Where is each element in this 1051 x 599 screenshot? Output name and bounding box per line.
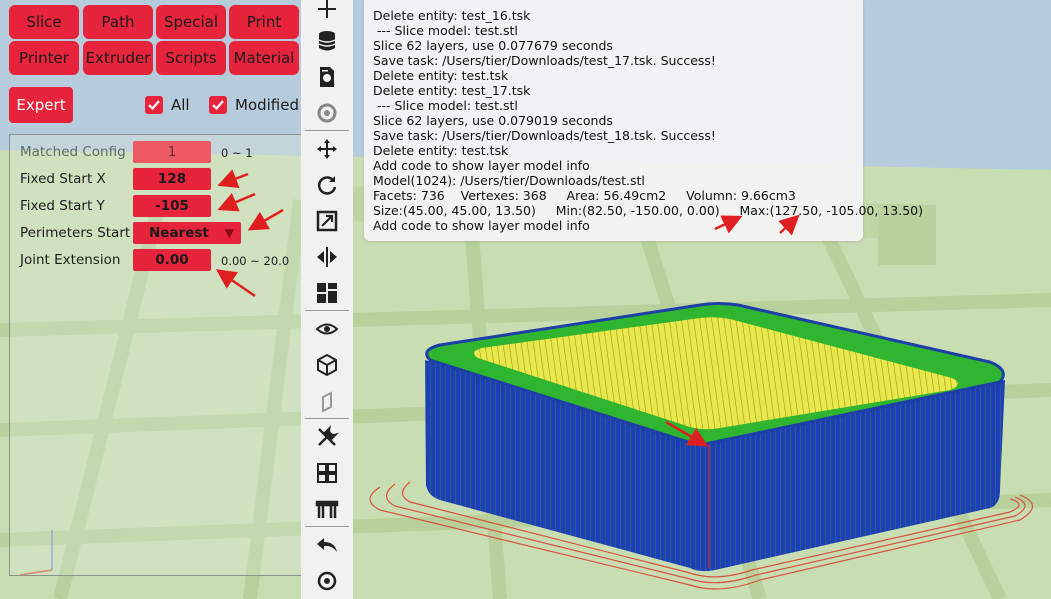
dropdown-caret-icon: ▼ <box>224 226 234 240</box>
perimeters-start-select[interactable]: Nearest ▼ <box>133 222 241 244</box>
undo-icon[interactable] <box>315 533 339 557</box>
joint-extension-field[interactable]: 0.00 <box>133 249 211 271</box>
log-line: Add code to show layer model info <box>373 218 590 233</box>
toolbar-separator <box>305 418 349 419</box>
all-label: All <box>171 96 190 114</box>
reset-view-icon[interactable] <box>315 569 339 593</box>
tools-icon[interactable] <box>315 425 339 449</box>
log-console: Delete entity: test_16.tsk --- Slice mod… <box>364 0 923 241</box>
visibility-icon[interactable] <box>315 317 339 341</box>
modified-label: Modified <box>235 96 300 114</box>
joint-extension-label: Joint Extension <box>20 252 121 268</box>
layout-icon[interactable] <box>315 281 339 305</box>
check-icon <box>148 100 160 111</box>
all-checkbox[interactable] <box>145 96 163 114</box>
log-line: Delete entity: test.tsk <box>373 68 509 83</box>
fixed-start-x-label: Fixed Start X <box>20 171 106 187</box>
modified-checkbox[interactable] <box>209 96 227 114</box>
tab-scripts[interactable]: Scripts <box>156 41 226 75</box>
fixed-start-x-field[interactable]: 128 <box>133 168 211 190</box>
log-line: Delete entity: test.tsk <box>373 143 509 158</box>
settings-panel: Slice Path Special Print Printer Extrude… <box>0 0 310 599</box>
filament-icon[interactable] <box>315 101 339 125</box>
vertical-toolbar <box>301 0 353 599</box>
log-line: Size:(45.00, 45.00, 13.50) Min:(82.50, -… <box>373 203 923 218</box>
log-line: Model(1024): /Users/tier/Downloads/test.… <box>373 173 645 188</box>
log-line: Slice 62 layers, use 0.079019 seconds <box>373 113 613 128</box>
perimeters-start-value: Nearest <box>149 225 209 241</box>
scale-icon[interactable] <box>315 209 339 233</box>
fixed-start-y-label: Fixed Start Y <box>20 198 105 214</box>
grid-icon[interactable] <box>315 461 339 485</box>
move-icon[interactable] <box>315 137 339 161</box>
toolbar-separator <box>305 526 349 527</box>
log-line: Add code to show layer model info <box>373 158 590 173</box>
tab-special[interactable]: Special <box>156 5 226 39</box>
matched-config-range: 0 ~ 1 <box>221 146 253 160</box>
joint-extension-range: 0.00 ~ 20.0 <box>221 254 290 268</box>
tab-path[interactable]: Path <box>83 5 153 39</box>
search-file-icon[interactable] <box>315 65 339 89</box>
bridge-icon[interactable] <box>315 497 339 521</box>
matched-config-field[interactable]: 1 <box>133 141 211 163</box>
toolbar-separator <box>305 130 349 131</box>
log-line: --- Slice model: test.stl <box>373 23 518 38</box>
log-line: Save task: /Users/tier/Downloads/test_17… <box>373 53 716 68</box>
tab-extruder[interactable]: Extruder <box>83 41 153 75</box>
settings-list: Matched Config 1 0 ~ 1 Fixed Start X 128… <box>9 134 302 576</box>
fixed-start-y-field[interactable]: -105 <box>133 195 211 217</box>
log-line: Save task: /Users/tier/Downloads/test_18… <box>373 128 716 143</box>
check-icon <box>212 100 224 111</box>
perimeters-start-label: Perimeters Start <box>20 225 131 241</box>
cube-view-icon[interactable] <box>315 353 339 377</box>
mirror-icon[interactable] <box>315 245 339 269</box>
add-icon[interactable] <box>315 0 339 21</box>
database-icon[interactable] <box>315 29 339 53</box>
log-line: --- Slice model: test.stl <box>373 98 518 113</box>
side-view-icon[interactable] <box>315 389 339 413</box>
log-line: Delete entity: test_16.tsk <box>373 8 531 23</box>
tab-print[interactable]: Print <box>229 5 299 39</box>
tab-material[interactable]: Material <box>229 41 299 75</box>
log-line: Facets: 736 Vertexes: 368 Area: 56.49cm2… <box>373 188 796 203</box>
rotate-icon[interactable] <box>315 173 339 197</box>
expert-button[interactable]: Expert <box>9 87 73 123</box>
tab-printer[interactable]: Printer <box>9 41 79 75</box>
toolbar-separator <box>305 310 349 311</box>
matched-config-label: Matched Config <box>20 144 126 160</box>
log-line: Delete entity: test_17.tsk <box>373 83 531 98</box>
tab-slice[interactable]: Slice <box>9 5 79 39</box>
log-line: Slice 62 layers, use 0.077679 seconds <box>373 38 613 53</box>
